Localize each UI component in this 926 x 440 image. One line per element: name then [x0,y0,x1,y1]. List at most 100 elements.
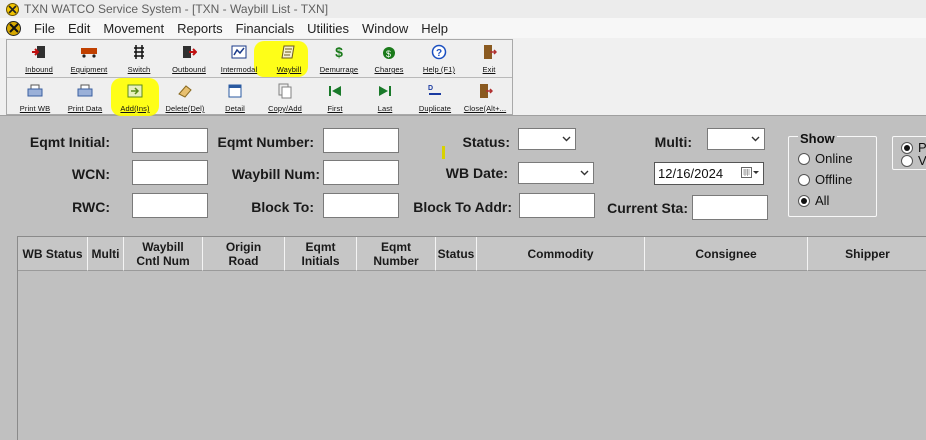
copy-add-button[interactable]: Copy/Add [260,79,310,116]
duplicate-button[interactable]: D Duplicate [410,79,460,116]
block-to-addr-label: Block To Addr: [413,199,512,215]
close-door-icon [476,83,494,99]
waybill-icon [280,44,298,60]
menu-reports[interactable]: Reports [170,21,229,36]
column-waybill-cntl-num[interactable]: Waybill Cntl Num [124,237,203,271]
eqmt-number-input[interactable] [323,128,399,153]
detail-button[interactable]: Detail [210,79,260,116]
column-eqmt-initials[interactable]: Eqmt Initials [285,237,357,271]
switch-button[interactable]: Switch [114,40,164,77]
radio-selected-icon [798,194,810,207]
menu-movement[interactable]: Movement [96,21,170,36]
toolbar-row-1: Inbound Equipment Switch Outbound Interm… [14,40,514,77]
eqmt-initial-input[interactable] [132,128,208,153]
eqmt-initial-label: Eqmt Initial: [29,134,110,150]
inbound-button[interactable]: Inbound [14,40,64,77]
column-origin-road[interactable]: Origin Road [203,237,285,271]
window-title: TXN WATCO Service System - [TXN - Waybil… [24,2,329,16]
charges-button[interactable]: $ Charges [364,40,414,77]
add-icon [126,83,144,99]
wb-date-range-select[interactable] [518,162,594,184]
radio-icon [798,152,810,165]
wb-date-value: 12/16/2024 [658,166,724,181]
current-sta-label: Current Sta: [607,200,688,216]
menu-file[interactable]: File [27,21,61,36]
rwc-input[interactable] [132,193,208,218]
print-data-button[interactable]: Print Data [60,79,110,116]
show-legend: Show [798,131,837,146]
menu-help[interactable]: Help [414,21,454,36]
first-button[interactable]: First [310,79,360,116]
column-eqmt-number[interactable]: Eqmt Number [357,237,436,271]
last-icon [376,83,394,99]
calendar-icon[interactable] [741,167,759,179]
exit-icon [480,44,498,60]
duplicate-icon: D [426,83,444,99]
grid-header: WB Status Multi Waybill Cntl Num Origin … [18,237,926,271]
waybill-grid: WB Status Multi Waybill Cntl Num Origin … [17,236,926,440]
chevron-down-icon [751,136,760,142]
column-wb-status[interactable]: WB Status [18,237,88,271]
equipment-button[interactable]: Equipment [64,40,114,77]
show-all-radio[interactable]: All [798,193,829,208]
waybill-num-label: Waybill Num: [231,166,320,182]
column-multi[interactable]: Multi [88,237,124,271]
printer-icon [26,83,44,99]
highlight-mark [442,146,445,159]
wcn-input[interactable] [132,160,208,185]
status-label: Status: [462,134,510,150]
menu-edit[interactable]: Edit [61,21,96,36]
toolbar: Inbound Equipment Switch Outbound Interm… [6,39,514,116]
outbound-icon [180,44,198,60]
show-online-radio[interactable]: Online [798,151,853,166]
intermodal-button[interactable]: Intermodal [214,40,264,77]
wcn-label: WCN: [71,166,110,182]
current-sta-input[interactable] [692,195,768,220]
toolbar-divider [7,77,512,78]
first-icon [326,83,344,99]
system-menu-icon[interactable] [6,20,21,36]
side-option-group: P V [892,136,926,170]
side-option-v-radio[interactable]: V [901,153,926,168]
app-logo-icon [6,2,19,16]
demurrage-button[interactable]: $ Demurrage [314,40,364,77]
close-button[interactable]: Close(Alt+... [460,79,510,116]
radio-selected-icon [901,141,913,154]
menu-financials[interactable]: Financials [229,21,301,36]
svg-text:D: D [428,85,433,92]
title-bar: TXN WATCO Service System - [TXN - Waybil… [0,0,926,18]
delete-button[interactable]: Delete(Del) [160,79,210,116]
dollar-icon: $ [335,44,343,60]
column-consignee[interactable]: Consignee [645,237,808,271]
status-select[interactable] [518,128,576,150]
rwc-label: RWC: [72,199,110,215]
last-button[interactable]: Last [360,79,410,116]
multi-select[interactable] [707,128,765,150]
column-shipper[interactable]: Shipper [808,237,926,271]
copy-icon [276,83,294,99]
help-button[interactable]: ? Help (F1) [414,40,464,77]
intermodal-icon [230,44,248,60]
wb-date-picker[interactable]: 12/16/2024 [654,162,764,185]
outbound-button[interactable]: Outbound [164,40,214,77]
menu-utilities[interactable]: Utilities [300,21,355,36]
waybill-num-input[interactable] [323,160,399,185]
wb-date-label: WB Date: [445,165,508,181]
waybill-button[interactable]: Waybill [264,40,314,77]
exit-button[interactable]: Exit [464,40,514,77]
menu-window[interactable]: Window [355,21,414,36]
block-to-label: Block To: [251,199,314,215]
print-wb-button[interactable]: Print WB [10,79,60,116]
toolbar-row-2: Print WB Print Data Add(Ins) Delete(Del)… [10,79,510,116]
help-icon: ? [430,44,448,60]
block-to-input[interactable] [323,193,399,218]
radio-icon [798,173,810,186]
equipment-icon [80,44,98,60]
column-commodity[interactable]: Commodity [477,237,645,271]
eqmt-number-label: Eqmt Number: [217,134,314,150]
block-to-addr-input[interactable] [519,193,595,218]
printer-icon [76,83,94,99]
show-offline-radio[interactable]: Offline [798,172,852,187]
add-button[interactable]: Add(Ins) [110,79,160,116]
column-status[interactable]: Status [436,237,477,271]
